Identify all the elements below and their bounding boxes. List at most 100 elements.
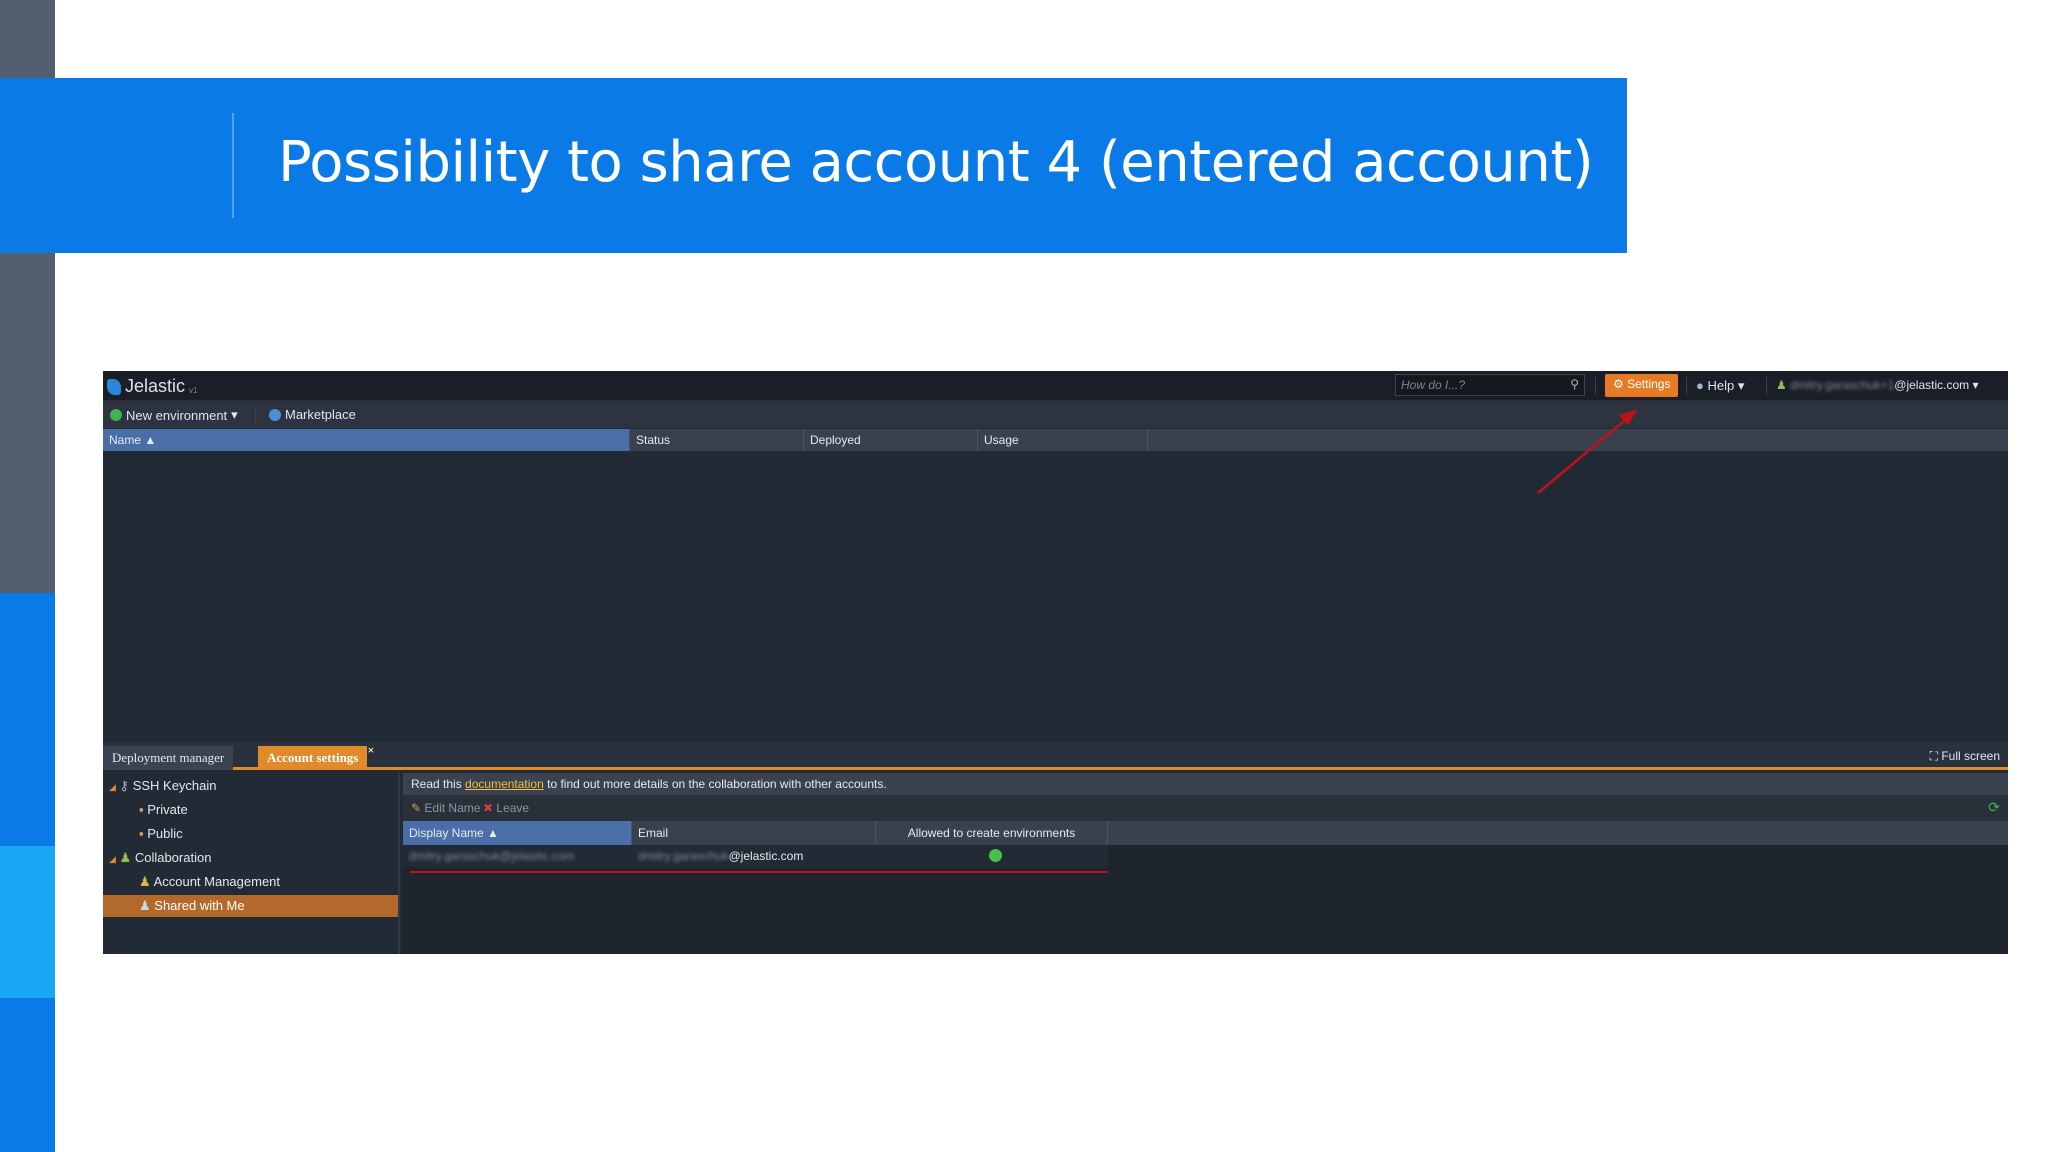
email-suffix: @jelastic.com [728, 849, 804, 863]
new-environment-label: New environment [126, 407, 228, 423]
tree-item-ssh-keychain[interactable]: ◢ ⚷ SSH Keychain [103, 775, 398, 797]
tree-label: Shared with Me [154, 898, 245, 913]
tab-account-settings[interactable]: Account settings × [258, 743, 374, 770]
logo-version: v1 [189, 386, 198, 395]
table-row[interactable]: dmitry.garaschuk@jelastic.com dmitry.gar… [403, 845, 1108, 867]
shared-table-header: Display Name ▲ Email Allowed to create e… [403, 821, 2008, 845]
leave-label: Leave [496, 801, 530, 815]
environments-grid-header: Name ▲ Status Deployed Usage [103, 429, 2008, 451]
column-header-status[interactable]: Status [630, 429, 804, 451]
toolbar-separator [255, 406, 256, 424]
bottom-tabs: Deployment manager Account settings × ⛶ … [103, 743, 2008, 770]
help-icon: ● [1696, 378, 1704, 393]
jelastic-logo-icon [107, 378, 121, 395]
column-header-display-name[interactable]: Display Name ▲ [403, 821, 632, 845]
column-header-deployed[interactable]: Deployed [804, 429, 978, 451]
fullscreen-icon: ⛶ [1929, 749, 1938, 763]
close-icon: ✖ [483, 801, 494, 815]
column-header-allowed[interactable]: Allowed to create environments [876, 821, 1108, 845]
tree-item-private[interactable]: ▪ Private [103, 799, 398, 821]
chevron-down-icon: ▾ [1972, 378, 1979, 392]
side-strip [0, 593, 55, 846]
tree-item-account-management[interactable]: ♟ Account Management [103, 871, 398, 893]
marketplace-button[interactable]: Marketplace [269, 407, 356, 422]
chevron-down-icon: ▾ [1737, 378, 1745, 393]
settings-label: Settings [1627, 377, 1671, 391]
column-label: Email [638, 826, 669, 840]
info-bar: Read this documentation to find out more… [403, 773, 2008, 795]
user-share-icon: ♟ [139, 898, 155, 913]
refresh-icon[interactable]: ⟳ [1988, 799, 2000, 816]
email-cell: dmitry.garaschuk@jelastic.com [638, 849, 803, 863]
plus-icon [110, 409, 122, 421]
column-header-name[interactable]: Name ▲ [103, 429, 630, 451]
slide: Possibility to share account 4 (entered … [0, 0, 2048, 1152]
lock-icon: ▪ [139, 802, 148, 817]
full-screen-label: Full screen [1941, 749, 2000, 763]
logo-text: Jelastic [125, 376, 186, 396]
users-icon: ♟ [119, 850, 135, 865]
top-bar: Jelastic v1 How do I...? ⚲ ⚙ Settings ● … [103, 371, 2008, 401]
annotation-underline [410, 871, 1108, 873]
tree-label: SSH Keychain [132, 778, 217, 793]
expand-icon: ◢ [109, 854, 116, 864]
toolbar-separator [1595, 377, 1596, 395]
tree-label: Account Management [153, 874, 281, 889]
tree-item-shared-with-me[interactable]: ♟ Shared with Me [103, 895, 398, 917]
user-menu[interactable]: ♟ dmitry.garaschuk+1@jelastic.com ▾ [1776, 378, 1979, 392]
help-label: Help [1707, 378, 1735, 393]
leave-button[interactable]: ✖ Leave [483, 801, 529, 815]
column-label: Allowed to create environments [907, 826, 1076, 840]
display-name-cell: dmitry.garaschuk@jelastic.com [409, 849, 575, 863]
marketplace-label: Marketplace [285, 407, 356, 422]
edit-name-button[interactable]: ✎ Edit Name [411, 801, 480, 815]
tree-item-public[interactable]: ▪ Public [103, 823, 398, 845]
jelastic-logo[interactable]: Jelastic v1 [107, 376, 197, 397]
check-icon [989, 849, 1002, 862]
search-placeholder: How do I...? [1401, 378, 1466, 392]
column-label: Status [636, 433, 671, 447]
user-gear-icon: ♟ [139, 874, 154, 889]
tree-label: Private [147, 802, 188, 817]
edit-name-label: Edit Name [424, 801, 481, 815]
search-input[interactable]: How do I...? ⚲ [1395, 374, 1585, 396]
tree-item-collaboration[interactable]: ◢ ♟ Collaboration [103, 847, 398, 869]
sort-asc-icon: ▲ [144, 433, 157, 447]
toolbar-separator [1686, 377, 1687, 395]
info-prefix: Read this [411, 777, 462, 791]
user-email-suffix: @jelastic.com [1894, 378, 1970, 392]
full-screen-button[interactable]: ⛶ Full screen [1930, 749, 2000, 764]
column-header-email[interactable]: Email [632, 821, 876, 845]
side-strip [0, 846, 55, 998]
env-toolbar: New environment ▾ Marketplace [103, 402, 2008, 428]
column-label: Display Name [409, 826, 484, 840]
folder-icon: ▪ [139, 826, 148, 841]
close-icon[interactable]: × [368, 743, 375, 758]
side-strip [0, 998, 55, 1152]
pencil-icon: ✎ [411, 801, 422, 815]
gear-icon: ⚙ [1613, 377, 1624, 391]
column-label: Usage [984, 433, 1019, 447]
banner-divider [232, 113, 234, 218]
shared-with-me-panel: Read this documentation to find out more… [403, 773, 2008, 954]
side-strip [0, 253, 55, 593]
tab-deployment-manager[interactable]: Deployment manager [103, 746, 234, 770]
key-icon: ⚷ [119, 778, 133, 793]
user-name-blurred: dmitry.garaschuk+1 [1790, 378, 1895, 392]
user-icon: ♟ [1776, 378, 1787, 392]
toolbar-separator [1766, 377, 1767, 395]
column-label: Deployed [810, 433, 861, 447]
sort-asc-icon: ▲ [487, 826, 499, 840]
column-header-usage[interactable]: Usage [978, 429, 1148, 451]
title-banner: Possibility to share account 4 (entered … [0, 78, 1627, 253]
email-blurred: dmitry.garaschuk [638, 849, 729, 863]
slide-title: Possibility to share account 4 (entered … [278, 130, 1594, 195]
search-icon[interactable]: ⚲ [1570, 377, 1579, 391]
settings-button[interactable]: ⚙ Settings [1605, 374, 1679, 397]
documentation-link[interactable]: documentation [465, 777, 544, 791]
globe-icon [269, 408, 281, 421]
help-menu[interactable]: ● Help ▾ [1696, 378, 1744, 394]
actions-bar: ✎ Edit Name ✖ Leave ⟳ [403, 795, 2008, 821]
new-environment-button[interactable]: New environment ▾ [110, 407, 238, 423]
app-screenshot: Jelastic v1 How do I...? ⚲ ⚙ Settings ● … [103, 371, 2008, 954]
